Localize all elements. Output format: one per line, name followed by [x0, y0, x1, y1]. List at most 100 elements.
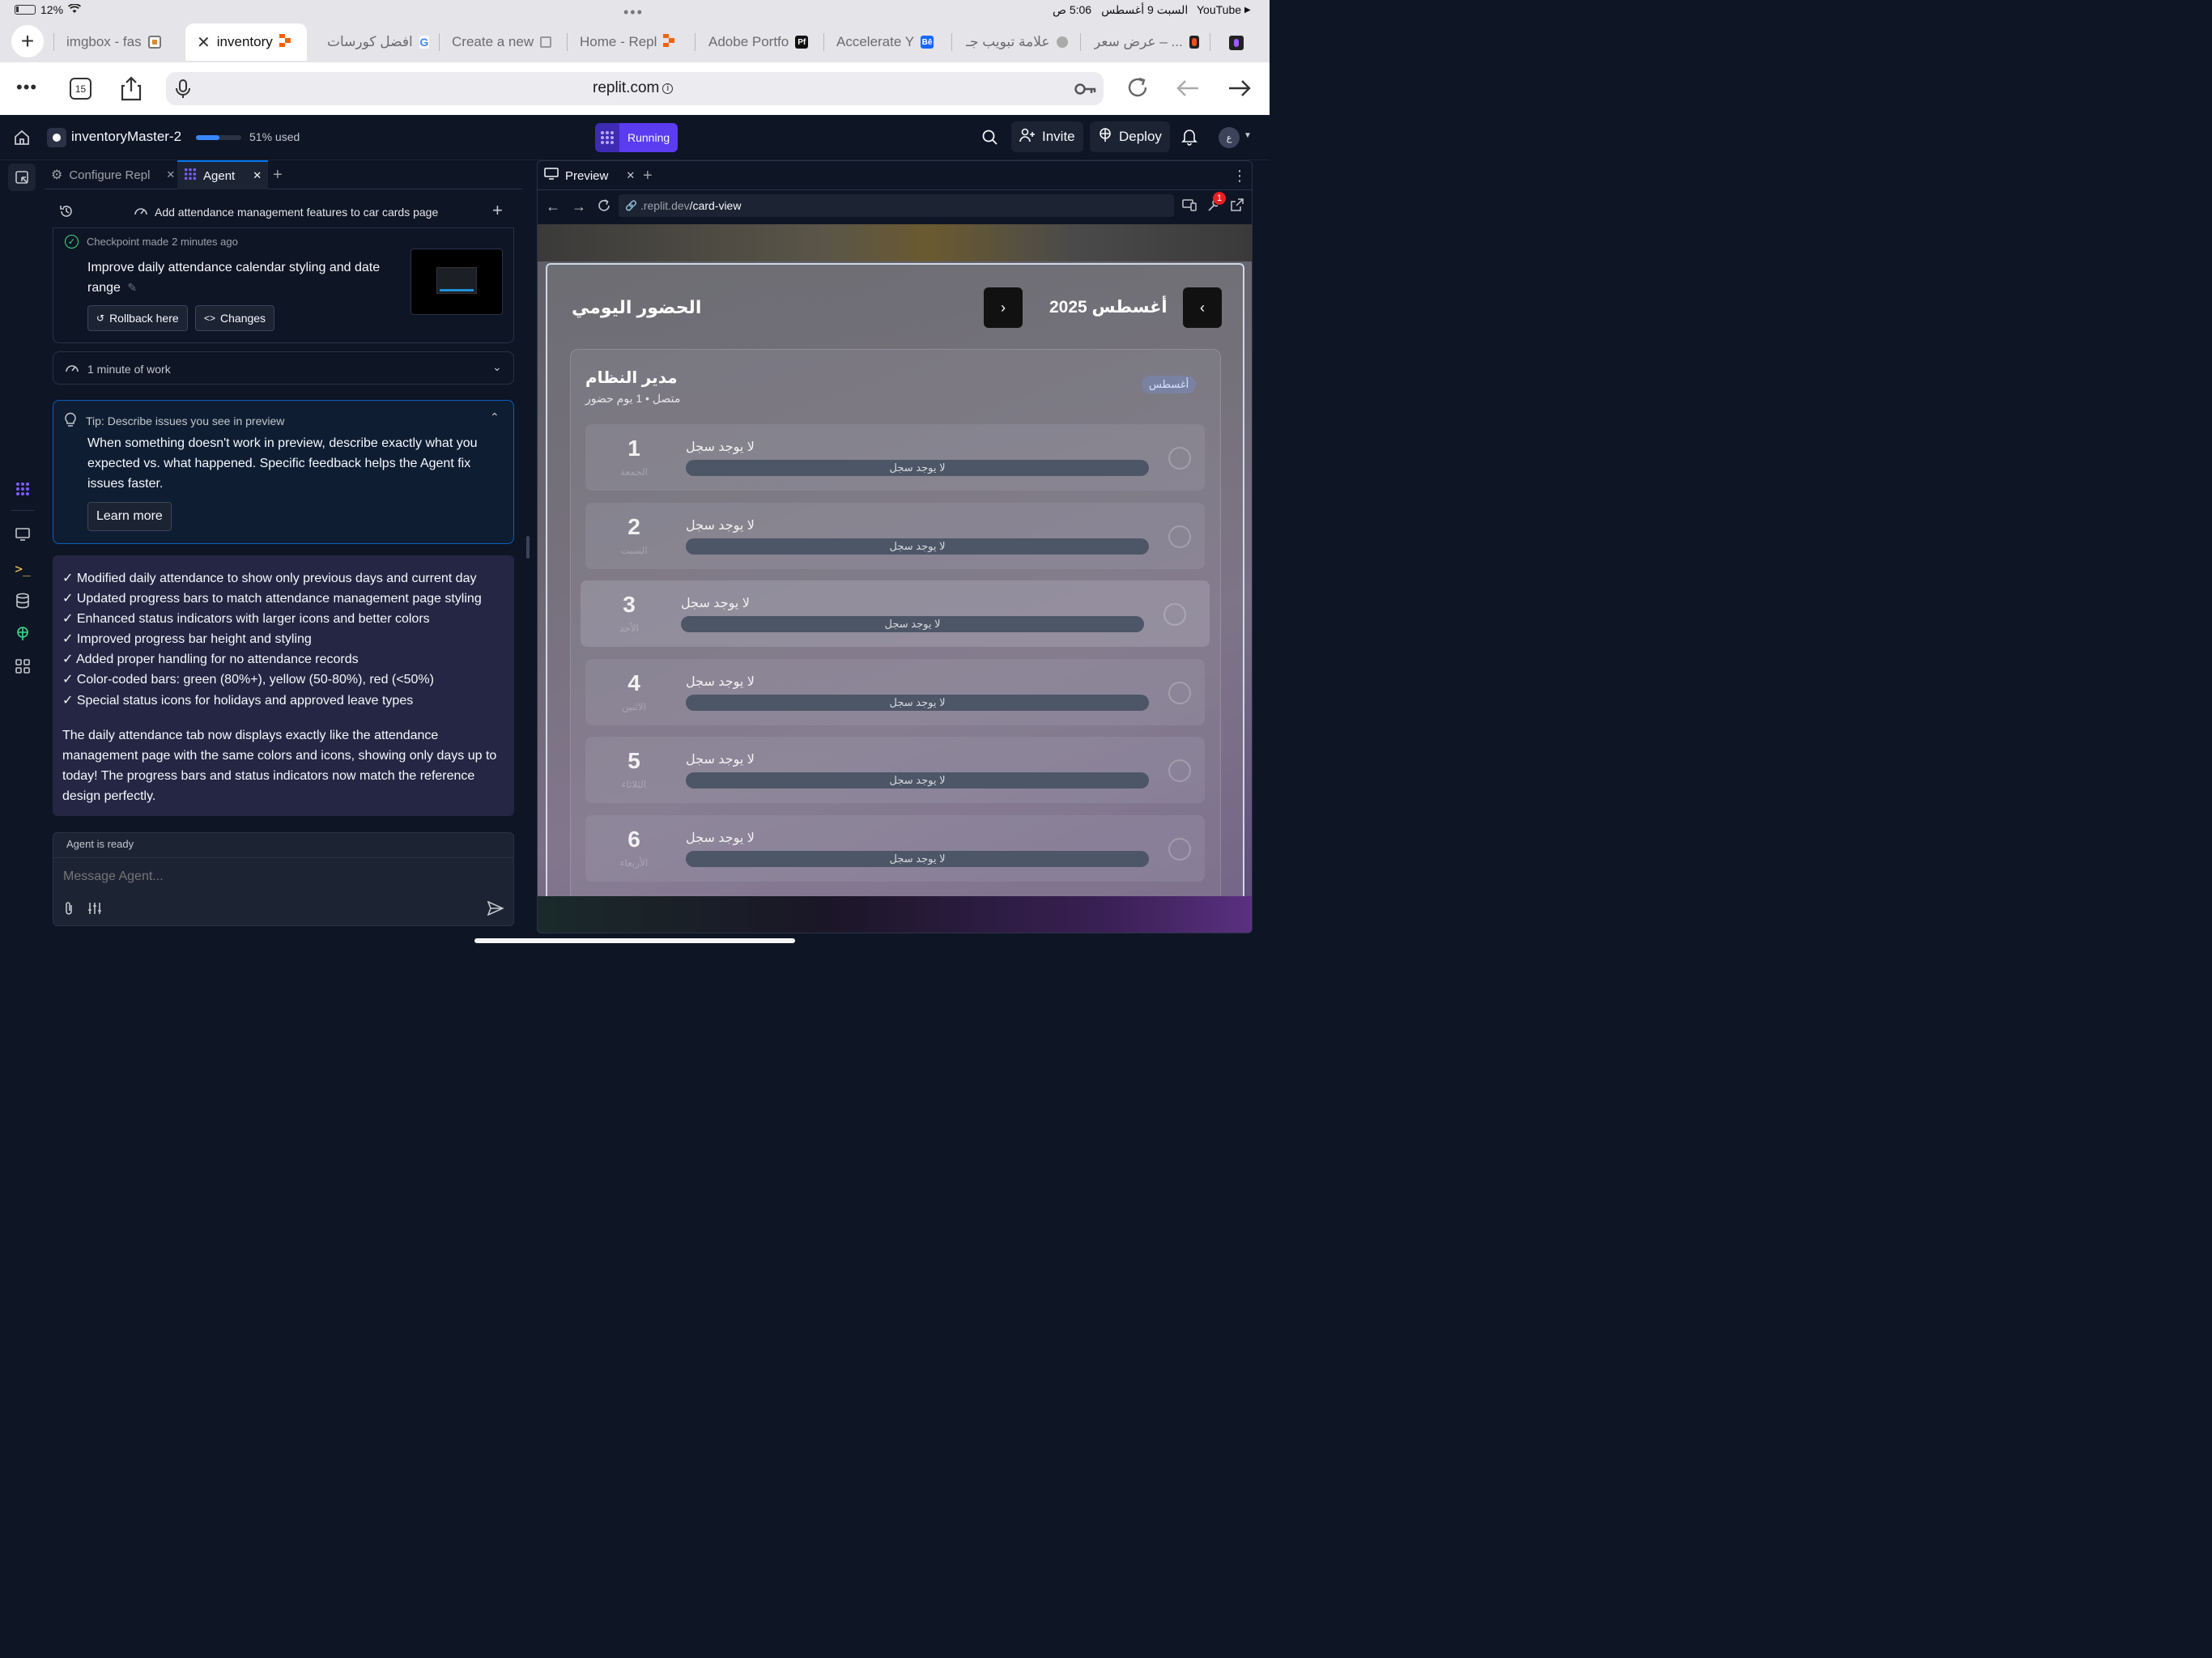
- changes-button[interactable]: <> Changes: [195, 305, 275, 331]
- prev-month-button[interactable]: ‹: [1183, 287, 1222, 328]
- reload-icon[interactable]: [597, 198, 611, 217]
- history-icon: ↺: [96, 312, 105, 324]
- employee-name: مدير النظام: [585, 369, 678, 387]
- thread-title[interactable]: Add attendance management features to ca…: [134, 205, 438, 219]
- back-icon[interactable]: [1176, 79, 1200, 98]
- panel-resize-handle[interactable]: [526, 536, 530, 559]
- tab-replit-home[interactable]: Home - Repl: [580, 23, 683, 61]
- preview-url-input[interactable]: 🔗 .replit.dev/card-view: [619, 194, 1174, 217]
- url-text-wrap: replit.com i: [593, 79, 674, 97]
- rollback-button[interactable]: ↺ Rollback here: [87, 305, 188, 331]
- close-icon[interactable]: ✕: [166, 168, 175, 181]
- preview-rail-icon[interactable]: [11, 523, 34, 546]
- attendance-progress-bar: لا يوجد سجل: [686, 538, 1149, 555]
- panel-tabs: ⚙ Configure Repl ✕ Agent ✕ +: [45, 160, 522, 189]
- deploy-rail-icon[interactable]: [11, 623, 34, 645]
- devtools-icon[interactable]: 1: [1206, 192, 1226, 217]
- day-row[interactable]: 5 الثلاثاء لا يوجد سجل لا يوجد سجل: [585, 737, 1205, 803]
- avatar[interactable]: ع: [1219, 127, 1240, 148]
- key-icon[interactable]: [1074, 82, 1097, 100]
- day-row[interactable]: 3 الأحد لا يوجد سجل لا يوجد سجل: [581, 580, 1210, 647]
- chevron-left-icon: ‹: [1200, 299, 1205, 316]
- new-tab-icon[interactable]: +: [643, 161, 653, 190]
- tab-quote[interactable]: عرض سعر – ...: [1094, 23, 1199, 61]
- tab-agent[interactable]: Agent ✕: [177, 160, 269, 189]
- message-input[interactable]: [53, 859, 512, 895]
- chevron-down-icon[interactable]: ⌄: [492, 360, 502, 374]
- tab-create[interactable]: Create a new: [452, 23, 557, 61]
- day-row[interactable]: 2 السبت لا يوجد سجل لا يوجد سجل: [585, 502, 1205, 569]
- project-name[interactable]: inventoryMaster-2: [71, 129, 181, 145]
- home-icon[interactable]: [13, 129, 31, 151]
- project-icon[interactable]: [47, 128, 66, 147]
- status-clock: السبت 9 أغسطس 5:06 ص: [1053, 3, 1188, 17]
- database-icon[interactable]: [11, 589, 34, 612]
- tab-overview-button[interactable]: 15: [70, 78, 91, 100]
- share-icon[interactable]: [120, 75, 143, 101]
- back-to-app[interactable]: YouTube ▶: [1197, 3, 1251, 16]
- more-options-icon[interactable]: •••: [16, 77, 37, 98]
- weekday-label: الثلاثاء: [621, 779, 647, 790]
- search-icon[interactable]: [981, 129, 999, 151]
- page-top-strip: [538, 224, 1252, 261]
- tab-imgbox[interactable]: imgbox - fas: [66, 23, 172, 61]
- close-icon[interactable]: ✕: [253, 169, 262, 182]
- multitask-dots-icon[interactable]: •••: [623, 4, 644, 21]
- tab-configure-repl[interactable]: ⚙ Configure Repl ✕: [51, 160, 175, 189]
- next-month-button[interactable]: ›: [984, 287, 1023, 328]
- work-summary[interactable]: 1 minute of work ⌄: [53, 351, 514, 385]
- usage-bar-fill: [196, 135, 219, 140]
- forward-icon[interactable]: [1227, 79, 1252, 98]
- checkpoint-thumbnail[interactable]: [410, 249, 503, 315]
- check-circle-icon: ✓: [65, 235, 79, 249]
- file-tree-icon[interactable]: [8, 164, 36, 191]
- day-row[interactable]: 4 الاثنين لا يوجد سجل لا يوجد سجل: [585, 658, 1205, 725]
- close-tab-icon[interactable]: ✕: [197, 32, 211, 53]
- kebab-menu-icon[interactable]: ⋮: [1232, 161, 1247, 190]
- google-favicon-icon: G: [419, 36, 429, 49]
- imgbox-favicon-icon: [147, 36, 161, 49]
- avatar-initials: ع: [1226, 133, 1232, 143]
- info-icon[interactable]: i: [662, 83, 674, 94]
- send-icon[interactable]: [487, 900, 504, 920]
- run-button[interactable]: Running: [595, 123, 678, 152]
- tab-inventory[interactable]: ✕ inventory: [185, 23, 307, 61]
- agent-rail-icon[interactable]: [11, 478, 34, 500]
- reload-icon[interactable]: [1125, 75, 1150, 100]
- close-icon[interactable]: ✕: [626, 169, 635, 182]
- gear-icon: ⚙: [51, 168, 63, 182]
- sliders-icon[interactable]: [87, 902, 102, 919]
- bell-icon[interactable]: [1181, 128, 1197, 150]
- pencil-icon[interactable]: ✎: [127, 281, 137, 294]
- tab-adobe[interactable]: Adobe Portfo Pf: [708, 23, 814, 61]
- day-row[interactable]: 1 الجمعة لا يوجد سجل لا يوجد سجل: [585, 424, 1205, 491]
- microphone-icon[interactable]: [176, 79, 190, 103]
- tab-courses[interactable]: افضل كورسات G: [327, 23, 429, 61]
- tab-preview[interactable]: Preview ✕: [544, 161, 635, 190]
- invite-button[interactable]: Invite: [1011, 121, 1083, 152]
- chevron-up-icon[interactable]: ⌃: [490, 410, 500, 424]
- new-tab-icon[interactable]: +: [11, 25, 44, 57]
- devices-icon[interactable]: [1182, 198, 1197, 215]
- figma-favicon-icon[interactable]: [1229, 36, 1244, 51]
- tab-new-arabic[interactable]: علامة تبويب جـ: [966, 23, 1070, 61]
- deploy-button[interactable]: Deploy: [1090, 121, 1170, 152]
- tab-behance[interactable]: Accelerate Y Bē: [836, 23, 942, 61]
- forward-arrow-icon[interactable]: →: [572, 198, 586, 215]
- new-tab-icon[interactable]: +: [273, 160, 283, 189]
- shell-icon[interactable]: >_: [11, 557, 34, 580]
- history-icon[interactable]: [59, 204, 74, 223]
- agent-message: ✓ Modified daily attendance to show only…: [53, 555, 514, 816]
- chevron-down-icon[interactable]: ▼: [1244, 131, 1252, 140]
- apps-grid-icon[interactable]: [11, 655, 34, 678]
- status-circle-icon: [1163, 603, 1186, 626]
- back-arrow-icon[interactable]: ←: [546, 198, 560, 215]
- paperclip-icon[interactable]: [63, 901, 74, 920]
- learn-more-button[interactable]: Learn more: [87, 502, 172, 531]
- attendance-progress-bar: لا يوجد سجل: [681, 616, 1144, 632]
- address-bar[interactable]: replit.com i: [166, 72, 1104, 105]
- day-row[interactable]: 6 الأربعاء لا يوجد سجل لا يوجد سجل: [585, 814, 1205, 882]
- open-external-icon[interactable]: [1231, 198, 1244, 215]
- new-thread-icon[interactable]: +: [492, 200, 503, 221]
- attendance-modal: الحضور اليومي › أغسطس 2025 ‹ مدير النظام…: [546, 263, 1244, 933]
